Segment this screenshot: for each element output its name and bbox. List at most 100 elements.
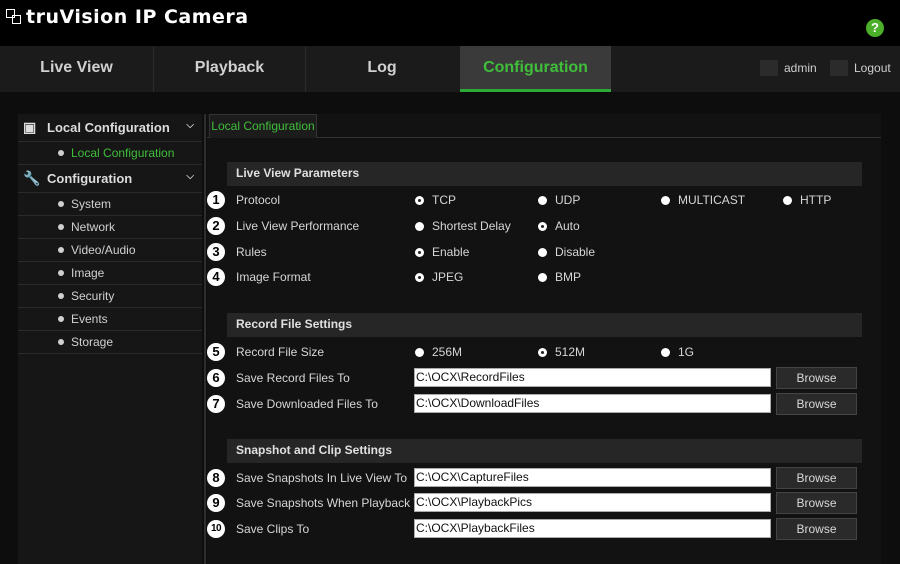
config-panel: Local Configuration Live View Parameters… <box>207 114 881 564</box>
performance-auto-radio[interactable]: Auto <box>538 219 580 233</box>
rules-disable-radio[interactable]: Disable <box>538 245 595 259</box>
brand-logo: truVision IP Camera <box>6 6 249 28</box>
sidebar-item-storage[interactable]: Storage <box>18 331 202 354</box>
sidebar-item-system[interactable]: System <box>18 193 202 216</box>
callout-badge: 8 <box>207 469 225 487</box>
logout-icon <box>830 60 848 76</box>
sidebar-item-events[interactable]: Events <box>18 308 202 331</box>
monitor-icon: ▣ <box>23 119 37 135</box>
protocol-label: Protocol <box>236 193 281 207</box>
wrench-icon: 🔧 <box>23 170 41 186</box>
download-path-input[interactable]: C:\OCX\DownloadFiles <box>414 394 771 413</box>
callout-badge: 7 <box>207 395 225 413</box>
bullet-icon <box>58 224 64 230</box>
tab-log[interactable]: Log <box>306 46 458 92</box>
section-live-view-parameters: Live View Parameters <box>227 162 862 186</box>
tab-local-configuration[interactable]: Local Configuration <box>209 114 317 138</box>
app-title: truVision IP Camera <box>26 6 249 28</box>
download-path-label: Save Downloaded Files To <box>236 397 378 411</box>
clips-browse-button[interactable]: Browse <box>776 518 857 540</box>
snapshot-playback-input[interactable]: C:\OCX\PlaybackPics <box>414 493 771 512</box>
rules-label: Rules <box>236 245 267 259</box>
callout-badge: 6 <box>207 369 225 387</box>
size-512m-radio[interactable]: 512M <box>538 345 585 359</box>
bullet-icon <box>58 247 64 253</box>
section-record-file-settings: Record File Settings <box>227 313 862 337</box>
clips-path-label: Save Clips To <box>236 522 310 536</box>
record-browse-button[interactable]: Browse <box>776 367 857 389</box>
snapshot-live-browse-button[interactable]: Browse <box>776 467 857 489</box>
snapshot-playback-row: 9 Save Snapshots When Playback To C:\OCX… <box>207 492 881 514</box>
callout-badge: 10 <box>207 520 225 538</box>
sidebar-item-local-configuration[interactable]: Local Configuration <box>18 142 202 165</box>
callout-badge: 2 <box>207 217 225 235</box>
section-snapshot-clip-settings: Snapshot and Clip Settings <box>227 439 862 463</box>
protocol-udp-radio[interactable]: UDP <box>538 193 580 207</box>
clips-path-input[interactable]: C:\OCX\PlaybackFiles <box>414 519 771 538</box>
user-menu[interactable]: admin <box>760 60 817 76</box>
sidebar-item-label: System <box>71 197 112 211</box>
record-path-label: Save Record Files To <box>236 371 350 385</box>
download-browse-button[interactable]: Browse <box>776 393 857 415</box>
sidebar-item-security[interactable]: Security <box>18 285 202 308</box>
protocol-http-radio[interactable]: HTTP <box>783 193 831 207</box>
snapshot-live-label: Save Snapshots In Live View To <box>236 471 407 485</box>
callout-badge: 4 <box>207 268 225 286</box>
sidebar-group-local-configuration[interactable]: ▣ Local Configuration ⌵ <box>18 114 202 142</box>
divider <box>204 114 206 564</box>
size-1g-radio[interactable]: 1G <box>661 345 694 359</box>
format-jpeg-radio[interactable]: JPEG <box>415 270 463 284</box>
format-bmp-radio[interactable]: BMP <box>538 270 581 284</box>
image-format-row: 4 Image Format JPEG BMP <box>207 268 881 288</box>
bullet-icon <box>58 316 64 322</box>
sidebar-item-label: Events <box>71 312 108 326</box>
bullet-icon <box>58 201 64 207</box>
top-bar: truVision IP Camera ? <box>0 0 900 46</box>
rules-row: 3 Rules Enable Disable <box>207 243 881 263</box>
chevron-down-icon: ⌵ <box>186 120 194 131</box>
snapshot-live-row: 8 Save Snapshots In Live View To C:\OCX\… <box>207 467 881 489</box>
user-icon <box>760 60 778 76</box>
chevron-down-icon: ⌵ <box>186 171 194 182</box>
bullet-icon <box>58 270 64 276</box>
snapshot-live-input[interactable]: C:\OCX\CaptureFiles <box>414 468 771 487</box>
clips-path-row: 10 Save Clips To C:\OCX\PlaybackFiles Br… <box>207 518 881 540</box>
protocol-tcp-radio[interactable]: TCP <box>415 193 456 207</box>
record-path-input[interactable]: C:\OCX\RecordFiles <box>414 368 771 387</box>
bullet-icon <box>58 339 64 345</box>
performance-shortest-delay-radio[interactable]: Shortest Delay <box>415 219 511 233</box>
sidebar-item-label: Video/Audio <box>71 243 136 257</box>
download-path-row: 7 Save Downloaded Files To C:\OCX\Downlo… <box>207 393 881 415</box>
help-icon[interactable]: ? <box>866 19 884 37</box>
logout-link[interactable]: Logout <box>830 60 891 76</box>
protocol-multicast-radio[interactable]: MULTICAST <box>661 193 745 207</box>
sidebar-item-image[interactable]: Image <box>18 262 202 285</box>
user-name: admin <box>784 61 817 75</box>
performance-row: 2 Live View Performance Shortest Delay A… <box>207 217 881 237</box>
size-256m-radio[interactable]: 256M <box>415 345 462 359</box>
record-path-row: 6 Save Record Files To C:\OCX\RecordFile… <box>207 367 881 389</box>
rules-enable-radio[interactable]: Enable <box>415 245 469 259</box>
record-size-label: Record File Size <box>236 345 325 359</box>
tab-playback[interactable]: Playback <box>154 46 306 92</box>
sidebar-item-label: Network <box>71 220 116 234</box>
sidebar: ▣ Local Configuration ⌵ Local Configurat… <box>18 114 202 564</box>
logout-label: Logout <box>854 61 891 75</box>
image-format-label: Image Format <box>236 270 311 284</box>
logo-icon <box>6 9 22 25</box>
sidebar-group-label: Local Configuration <box>47 120 170 135</box>
tab-configuration[interactable]: Configuration <box>460 46 611 92</box>
callout-badge: 9 <box>207 494 225 512</box>
sidebar-group-configuration[interactable]: 🔧 Configuration ⌵ <box>18 165 202 193</box>
sidebar-item-network[interactable]: Network <box>18 216 202 239</box>
sidebar-group-label: Configuration <box>47 171 133 186</box>
sidebar-item-label: Image <box>71 266 105 280</box>
tab-live-view[interactable]: Live View <box>0 46 154 92</box>
sidebar-item-label: Security <box>71 289 115 303</box>
protocol-row: 1 Protocol TCP UDP MULTICAST HTTP <box>207 191 881 211</box>
performance-label: Live View Performance <box>236 219 360 233</box>
sidebar-item-label: Local Configuration <box>71 146 175 160</box>
bullet-icon <box>58 150 64 156</box>
snapshot-playback-browse-button[interactable]: Browse <box>776 492 857 514</box>
sidebar-item-video-audio[interactable]: Video/Audio <box>18 239 202 262</box>
